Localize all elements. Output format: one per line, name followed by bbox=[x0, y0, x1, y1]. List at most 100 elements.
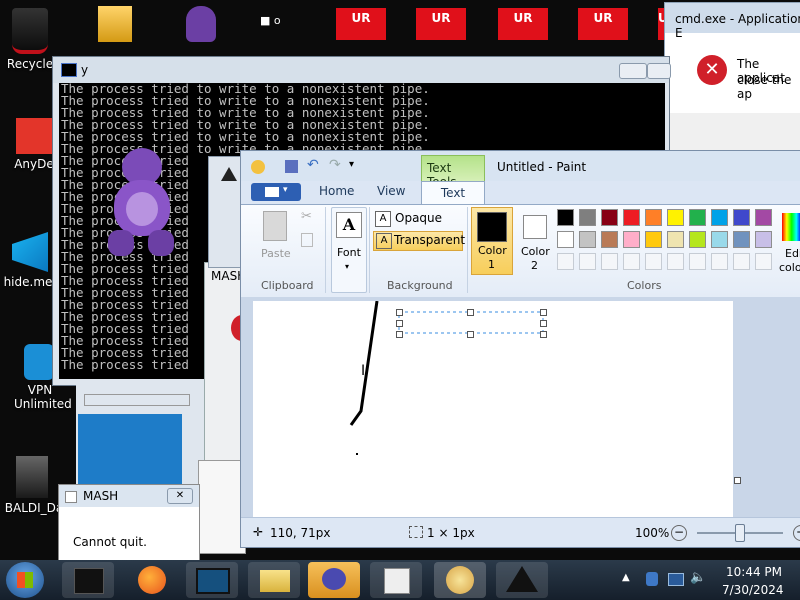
palette-swatch[interactable] bbox=[667, 253, 684, 270]
bonzi-icon[interactable] bbox=[186, 6, 216, 42]
palette-swatch[interactable] bbox=[601, 209, 618, 226]
palette-swatch[interactable] bbox=[755, 209, 772, 226]
palette-swatch[interactable] bbox=[733, 209, 750, 226]
clock-date[interactable]: 7/30/2024 bbox=[722, 583, 784, 597]
taskbar-app-explorer[interactable] bbox=[248, 562, 300, 598]
colors-group-label: Colors bbox=[627, 279, 662, 292]
vpn-icon bbox=[24, 344, 54, 380]
mash-titlebar[interactable]: MASH ✕ bbox=[59, 485, 199, 507]
palette-swatch[interactable] bbox=[645, 209, 662, 226]
palette-swatch[interactable] bbox=[645, 253, 662, 270]
resize-handle[interactable] bbox=[540, 331, 547, 338]
resize-handle[interactable] bbox=[467, 309, 474, 316]
palette-swatch[interactable] bbox=[579, 231, 596, 248]
anydesk-icon bbox=[16, 118, 52, 154]
color2-button[interactable]: Color 2 bbox=[517, 207, 557, 273]
background-group-label: Background bbox=[387, 279, 453, 292]
save-icon[interactable] bbox=[285, 160, 298, 173]
ur-tile[interactable]: UR bbox=[578, 8, 628, 40]
palette-swatch[interactable] bbox=[667, 209, 684, 226]
transparent-option[interactable]: A Transparent bbox=[373, 231, 465, 251]
palette-swatch[interactable] bbox=[601, 231, 618, 248]
palette-swatch[interactable] bbox=[733, 231, 750, 248]
font-button[interactable]: A Font ▾ bbox=[331, 207, 367, 293]
ur-tile[interactable]: UR bbox=[336, 8, 386, 40]
undo-icon[interactable]: ↶ bbox=[307, 157, 319, 173]
cut-icon[interactable]: ✂ bbox=[301, 209, 312, 224]
taskbar-app-firefox[interactable] bbox=[126, 562, 178, 598]
app-icon[interactable]: ■ o bbox=[260, 14, 296, 40]
bonzi-buddy[interactable] bbox=[100, 148, 182, 260]
tab-home[interactable]: Home bbox=[311, 181, 362, 201]
resize-handle[interactable] bbox=[540, 320, 547, 327]
palette-swatch[interactable] bbox=[623, 209, 640, 226]
paint-menu-button[interactable]: ▾ bbox=[251, 183, 301, 201]
desktop-icon-hideme[interactable]: hide.me bbox=[0, 232, 58, 289]
cmd-titlebar[interactable]: y bbox=[53, 57, 671, 83]
minimize-button[interactable] bbox=[619, 63, 647, 79]
palette-swatch[interactable] bbox=[689, 209, 706, 226]
palette-swatch[interactable] bbox=[755, 253, 772, 270]
palette-swatch[interactable] bbox=[711, 209, 728, 226]
palette-swatch[interactable] bbox=[601, 253, 618, 270]
copy-icon[interactable] bbox=[301, 233, 313, 247]
palette-swatch[interactable] bbox=[711, 253, 728, 270]
palette-swatch[interactable] bbox=[623, 231, 640, 248]
palette-swatch[interactable] bbox=[689, 253, 706, 270]
taskbar-app-bonzi[interactable] bbox=[308, 562, 360, 598]
tab-text-label: Text bbox=[440, 186, 466, 200]
canvas-resize-handle[interactable] bbox=[734, 477, 741, 484]
drawing-canvas[interactable]: I bbox=[253, 301, 733, 517]
taskbar-app-window[interactable] bbox=[186, 562, 238, 598]
tray-network-icon[interactable] bbox=[668, 573, 684, 586]
taskbar-app-cmd[interactable] bbox=[62, 562, 114, 598]
chevron-down-icon: ▾ bbox=[345, 262, 350, 271]
error-dialog-titlebar[interactable]: cmd.exe - Application E bbox=[665, 3, 800, 40]
zoom-out-button[interactable]: − bbox=[671, 525, 687, 541]
resize-handle[interactable] bbox=[467, 331, 474, 338]
palette-swatch[interactable] bbox=[557, 209, 574, 226]
tray-volume-icon[interactable]: 🔈 bbox=[690, 570, 706, 585]
palette-swatch[interactable] bbox=[755, 231, 772, 248]
resize-handle[interactable] bbox=[396, 309, 403, 316]
edit-colors-button[interactable]: Edi colo bbox=[779, 209, 800, 275]
palette-swatch[interactable] bbox=[733, 253, 750, 270]
palette-swatch[interactable] bbox=[557, 231, 574, 248]
color1-button[interactable]: Color 1 bbox=[471, 207, 513, 275]
paint-titlebar[interactable]: ↶ ↷ ▾ Text Tools Untitled - Paint bbox=[241, 151, 800, 189]
palette-swatch[interactable] bbox=[557, 253, 574, 270]
close-button[interactable]: ✕ bbox=[167, 488, 193, 504]
taskbar-app-warning[interactable] bbox=[496, 562, 548, 598]
palette-swatch[interactable] bbox=[623, 253, 640, 270]
ur-tile[interactable]: UR bbox=[416, 8, 466, 40]
palette-swatch[interactable] bbox=[689, 231, 706, 248]
paste-button[interactable]: Paste bbox=[257, 209, 293, 265]
desktop-icon-recycle[interactable]: Recycle bbox=[0, 8, 60, 71]
zoom-slider-thumb[interactable] bbox=[735, 524, 745, 542]
palette-swatch[interactable] bbox=[667, 231, 684, 248]
resize-handle[interactable] bbox=[396, 320, 403, 327]
palette-swatch[interactable] bbox=[579, 209, 596, 226]
clock-time[interactable]: 10:44 PM bbox=[726, 565, 782, 579]
zoom-in-button[interactable]: + bbox=[793, 525, 800, 541]
redo-icon[interactable]: ↷ bbox=[329, 157, 341, 173]
palette-swatch[interactable] bbox=[579, 253, 596, 270]
tray-security-icon[interactable] bbox=[646, 572, 658, 586]
tab-view[interactable]: View bbox=[369, 181, 413, 201]
ur-tile[interactable]: UR bbox=[498, 8, 548, 40]
show-hidden-icons-button[interactable]: ▲ bbox=[622, 572, 630, 583]
taskbar-app-notepad[interactable] bbox=[370, 562, 422, 598]
tab-text[interactable]: Text bbox=[421, 181, 485, 206]
palette-swatch[interactable] bbox=[645, 231, 662, 248]
opaque-option[interactable]: A Opaque bbox=[375, 209, 461, 227]
start-button[interactable] bbox=[6, 562, 44, 598]
desktop-icon-baldi[interactable]: BALDI_Da bbox=[4, 456, 64, 515]
taskbar-app-paint[interactable] bbox=[434, 562, 486, 598]
palette-swatch[interactable] bbox=[711, 231, 728, 248]
mash-message: Cannot quit. bbox=[73, 535, 147, 549]
folder-icon[interactable] bbox=[98, 6, 132, 42]
quick-access-dropdown[interactable]: ▾ bbox=[349, 159, 354, 170]
maximize-button[interactable] bbox=[647, 63, 671, 79]
resize-handle[interactable] bbox=[540, 309, 547, 316]
resize-handle[interactable] bbox=[396, 331, 403, 338]
